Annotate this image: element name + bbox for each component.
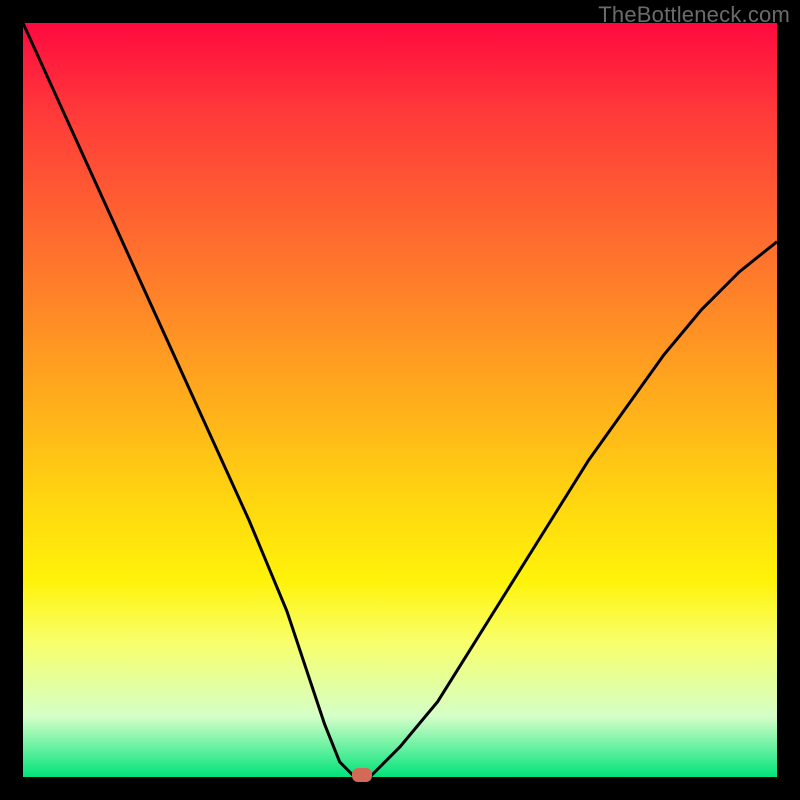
bottleneck-curve [23, 23, 777, 777]
curve-path [23, 23, 777, 777]
minimum-marker [352, 768, 372, 782]
chart-frame: TheBottleneck.com [0, 0, 800, 800]
chart-plot-area [23, 23, 777, 777]
watermark-text: TheBottleneck.com [598, 2, 790, 28]
